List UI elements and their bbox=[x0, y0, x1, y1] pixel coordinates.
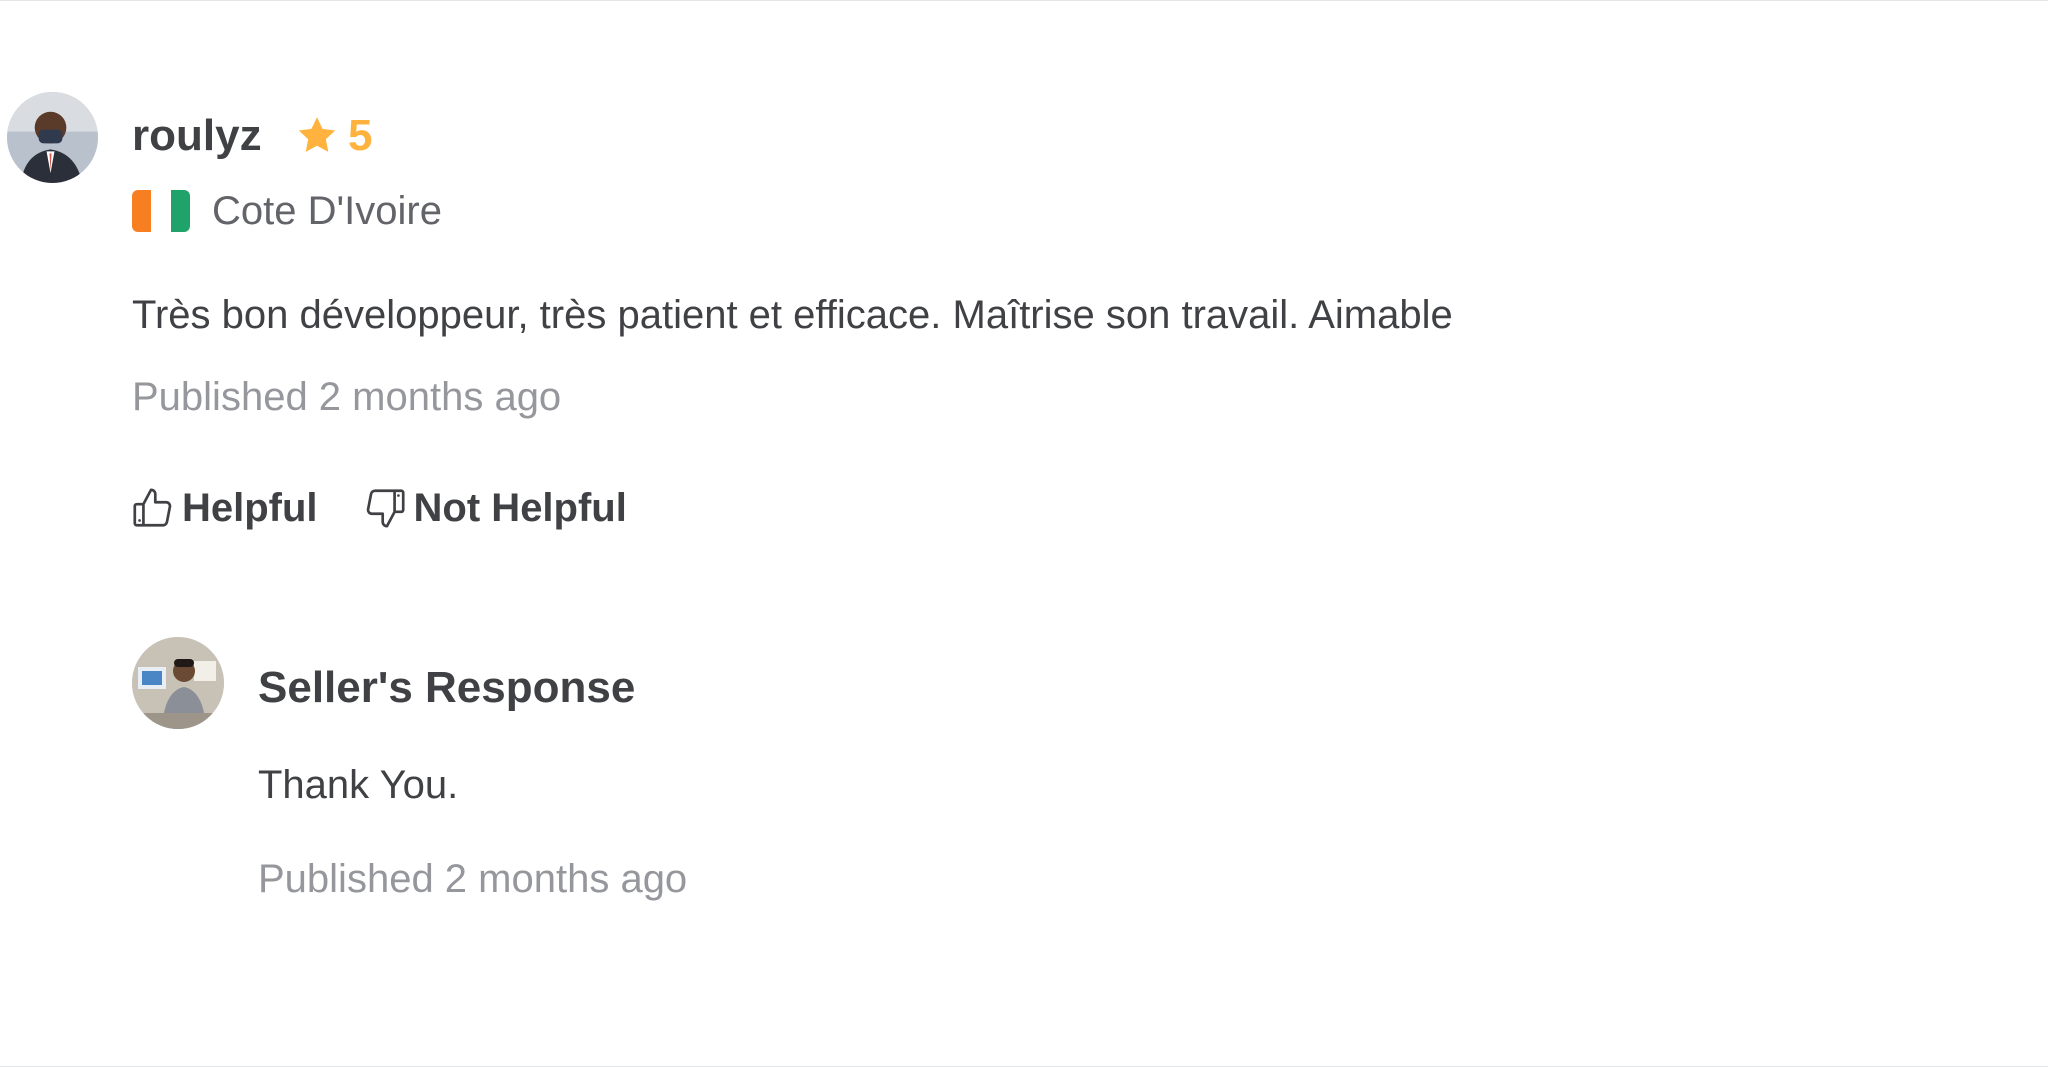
thumbs-down-icon bbox=[366, 489, 405, 528]
top-divider bbox=[0, 0, 2048, 1]
country-name: Cote D'Ivoire bbox=[212, 189, 442, 233]
not-helpful-button[interactable]: Not Helpful bbox=[362, 480, 627, 536]
review-published-date: Published 2 months ago bbox=[132, 375, 562, 419]
not-helpful-label: Not Helpful bbox=[413, 486, 627, 530]
review-text: Très bon développeur, très patient et ef… bbox=[132, 293, 1453, 337]
review-feedback: Helpful Not Helpful bbox=[130, 478, 627, 538]
seller-avatar[interactable] bbox=[132, 637, 224, 729]
thumbs-up-icon bbox=[133, 488, 172, 527]
seller-response-text: Thank You. bbox=[258, 763, 459, 807]
rating-value: 5 bbox=[348, 111, 373, 160]
helpful-label: Helpful bbox=[182, 486, 318, 530]
reviewer-avatar-image bbox=[7, 92, 98, 183]
rating: 5 bbox=[294, 108, 372, 164]
review-card: roulyz 5 Cote D'Ivoire Très bon développ… bbox=[0, 0, 2048, 1067]
reviewer-country: Cote D'Ivoire bbox=[132, 186, 442, 236]
seller-avatar-image bbox=[132, 637, 224, 729]
flag-icon bbox=[132, 190, 190, 232]
helpful-button[interactable]: Helpful bbox=[130, 480, 318, 536]
reviewer-avatar[interactable] bbox=[7, 92, 98, 183]
seller-response-published-date: Published 2 months ago bbox=[258, 857, 688, 901]
seller-response-title: Seller's Response bbox=[258, 663, 636, 712]
reviewer-name[interactable]: roulyz bbox=[132, 108, 262, 164]
star-icon bbox=[298, 117, 336, 152]
